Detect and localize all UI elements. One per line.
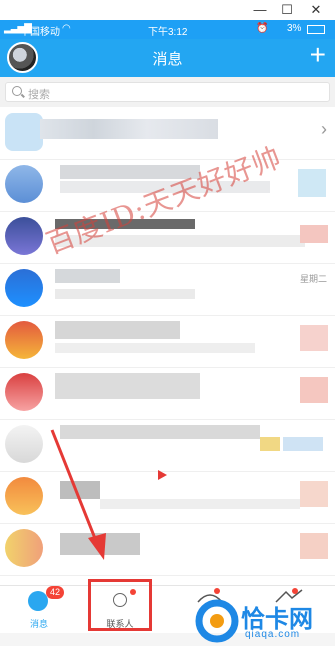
tab-label: 消息 <box>29 619 48 629</box>
highlight-box <box>88 579 152 631</box>
unread-badge: 42 <box>46 586 65 599</box>
annotation-arrow <box>50 429 167 560</box>
brand-url: qiaqa.com <box>245 629 301 640</box>
chat-bubble-icon <box>28 591 48 611</box>
logo-icon <box>195 599 239 643</box>
brand-logo: 恰卡网 qiaqa.com <box>193 597 333 645</box>
